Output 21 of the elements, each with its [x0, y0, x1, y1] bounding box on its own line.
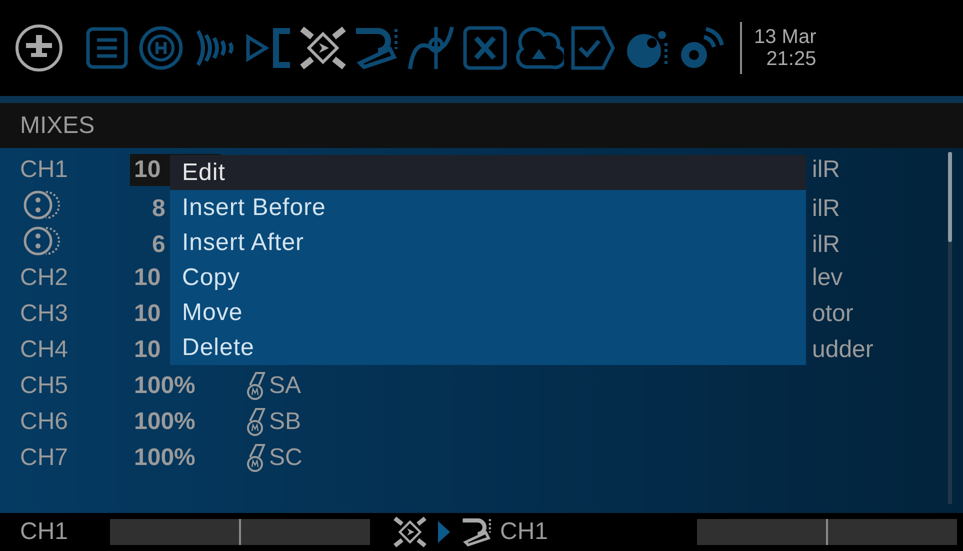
channel-label: CH1 [20, 156, 68, 184]
channel-label: CH6 [20, 408, 68, 436]
mix-name: udder [811, 336, 874, 364]
input-channel-label: CH1 [20, 518, 70, 546]
mix-source: SC [269, 444, 302, 472]
channel-label: CH7 [20, 444, 68, 472]
mix-name: ilR [811, 194, 840, 222]
channel-label: CH5 [20, 372, 68, 400]
date-text: 13 Mar [754, 26, 816, 48]
channel-label: CH3 [20, 300, 68, 328]
channel-label: CH2 [20, 264, 68, 292]
mix-name: ilR [811, 156, 840, 184]
mix-name: otor [811, 300, 854, 328]
channel-label: CH4 [20, 336, 68, 364]
page-title: MIXES [20, 112, 95, 140]
mix-name: lev [811, 264, 843, 292]
output-channel-label: CH1 [500, 518, 550, 546]
mix-source: SB [269, 408, 302, 436]
time-text: 21:25 [766, 48, 816, 70]
mix-source: SA [269, 372, 302, 400]
mix-name: ilR [811, 230, 840, 258]
